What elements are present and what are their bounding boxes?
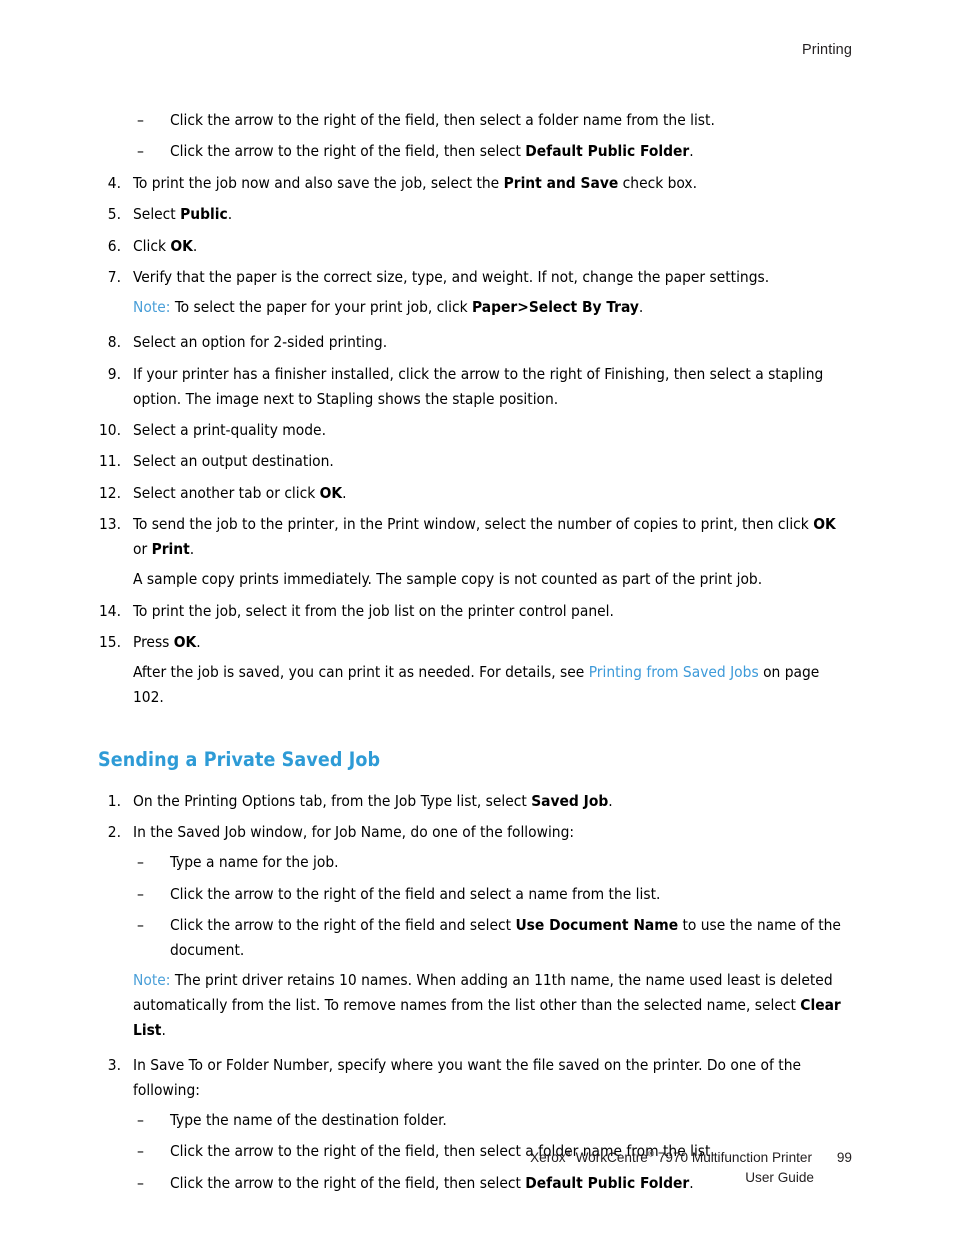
list-item-text: In Save To or Folder Number, specify whe…	[133, 1055, 802, 1099]
list-item: – Click the arrow to the right of the fi…	[90, 108, 854, 133]
dash-bullet-icon: –	[137, 884, 144, 903]
list-marker: 1.	[107, 791, 121, 810]
list-item-text: In the Saved Job window, for Job Name, d…	[133, 823, 575, 842]
dash-bullet-icon: –	[137, 1110, 144, 1129]
list-item: 10. Select a print-quality mode.	[90, 418, 854, 443]
list-item-text: Click the arrow to the right of the fiel…	[170, 915, 841, 959]
list-item: 9. If your printer has a finisher instal…	[90, 362, 854, 412]
note-paragraph: Note: The print driver retains 10 names.…	[133, 970, 841, 1039]
note-label: Note:	[133, 298, 171, 317]
list-item-text: Press OK.	[133, 633, 201, 652]
page-content: – Click the arrow to the right of the fi…	[90, 108, 854, 1202]
list-marker: 13.	[98, 515, 121, 534]
note-label: Note:	[133, 970, 171, 989]
page-number: 99	[836, 1150, 852, 1166]
step-13-followup: A sample copy prints immediately. The sa…	[133, 570, 763, 589]
list-marker: 4.	[107, 173, 121, 192]
list-marker: 8.	[107, 333, 121, 352]
list-marker: 10.	[98, 421, 121, 440]
list-item: 2. In the Saved Job window, for Job Name…	[90, 820, 854, 845]
list-item: – Type the name of the destination folde…	[90, 1108, 854, 1133]
numbered-list-section-3: 3. In Save To or Folder Number, specify …	[90, 1053, 854, 1103]
list-marker: 3.	[107, 1055, 121, 1074]
dash-list-step-2: – Type a name for the job. – Click the a…	[90, 850, 854, 963]
list-marker: 6.	[107, 236, 121, 255]
dash-bullet-icon: –	[137, 142, 144, 161]
list-item-text: Click the arrow to the right of the fiel…	[170, 884, 661, 903]
list-item: – Click the arrow to the right of the fi…	[90, 913, 854, 963]
list-marker: 11.	[98, 452, 121, 471]
list-marker: 14.	[98, 601, 121, 620]
list-marker: 5.	[107, 205, 121, 224]
list-item: 6. Click OK.	[90, 234, 854, 259]
list-item-text: Select an option for 2-sided printing.	[133, 333, 388, 352]
list-item: 15. Press OK.	[90, 630, 854, 655]
list-item-text: Click the arrow to the right of the fiel…	[170, 111, 715, 129]
dash-bullet-icon: –	[137, 111, 144, 129]
continued-dash-list: – Click the arrow to the right of the fi…	[90, 108, 854, 164]
dash-bullet-icon: –	[137, 915, 144, 934]
list-item-text: Verify that the paper is the correct siz…	[133, 268, 770, 287]
list-item: – Click the arrow to the right of the fi…	[90, 882, 854, 907]
list-item-text: To send the job to the printer, in the P…	[133, 515, 836, 559]
list-item: – Type a name for the job.	[90, 850, 854, 875]
list-item: 12. Select another tab or click OK.	[90, 481, 854, 506]
numbered-list-14-15: 14. To print the job, select it from the…	[90, 599, 854, 655]
list-item: 13. To send the job to the printer, in t…	[90, 512, 854, 562]
numbered-list-8-12: 8. Select an option for 2-sided printing…	[90, 330, 854, 562]
list-item: 11. Select an output destination.	[90, 449, 854, 474]
footer-product-line: Xerox® WorkCentre® 7970 Multifunction Pr…	[90, 1148, 852, 1167]
note-paragraph: Note: To select the paper for your print…	[133, 298, 644, 317]
page-footer: Xerox® WorkCentre® 7970 Multifunction Pr…	[90, 1148, 852, 1187]
list-item-text: Select a print-quality mode.	[133, 421, 326, 440]
list-item: 1. On the Printing Options tab, from the…	[90, 789, 854, 814]
cross-reference-link[interactable]: Printing from Saved Jobs	[589, 663, 759, 681]
list-item-text: Click the arrow to the right of the fiel…	[170, 142, 694, 161]
list-marker: 7.	[107, 268, 121, 287]
list-item: 3. In Save To or Folder Number, specify …	[90, 1053, 854, 1103]
list-item-text: Type the name of the destination folder.	[170, 1110, 447, 1129]
document-page: Printing – Click the arrow to the right …	[0, 0, 954, 1235]
numbered-list-4-7: 4. To print the job now and also save th…	[90, 171, 854, 290]
list-marker: 15.	[98, 633, 121, 652]
list-item-text: Type a name for the job.	[170, 853, 339, 872]
list-marker: 2.	[107, 823, 121, 842]
list-item-text: If your printer has a finisher installed…	[133, 364, 824, 408]
step-15-followup: After the job is saved, you can print it…	[133, 663, 820, 707]
list-item-text: Select an output destination.	[133, 452, 334, 471]
list-marker: 9.	[107, 364, 121, 383]
section-heading: Sending a Private Saved Job	[98, 748, 381, 772]
list-item-text: Select another tab or click OK.	[133, 483, 347, 502]
list-item: 7. Verify that the paper is the correct …	[90, 265, 854, 290]
chapter-title: Printing	[802, 42, 852, 58]
list-item-text: Select Public.	[133, 205, 233, 224]
dash-bullet-icon: –	[137, 853, 144, 872]
list-item: 8. Select an option for 2-sided printing…	[90, 330, 854, 355]
list-item-text: On the Printing Options tab, from the Jo…	[133, 791, 613, 810]
list-item-text: Click OK.	[133, 236, 198, 255]
running-header: Printing	[90, 42, 852, 58]
list-marker: 12.	[98, 483, 121, 502]
list-item: 14. To print the job, select it from the…	[90, 599, 854, 624]
list-item: – Click the arrow to the right of the fi…	[90, 139, 854, 164]
footer-guide-line: User Guide	[745, 1169, 814, 1185]
list-item-text: To print the job now and also save the j…	[133, 173, 697, 192]
list-item-text: To print the job, select it from the job…	[133, 601, 614, 620]
list-item: 5. Select Public.	[90, 202, 854, 227]
list-item: 4. To print the job now and also save th…	[90, 171, 854, 196]
numbered-list-section-1-2: 1. On the Printing Options tab, from the…	[90, 789, 854, 845]
